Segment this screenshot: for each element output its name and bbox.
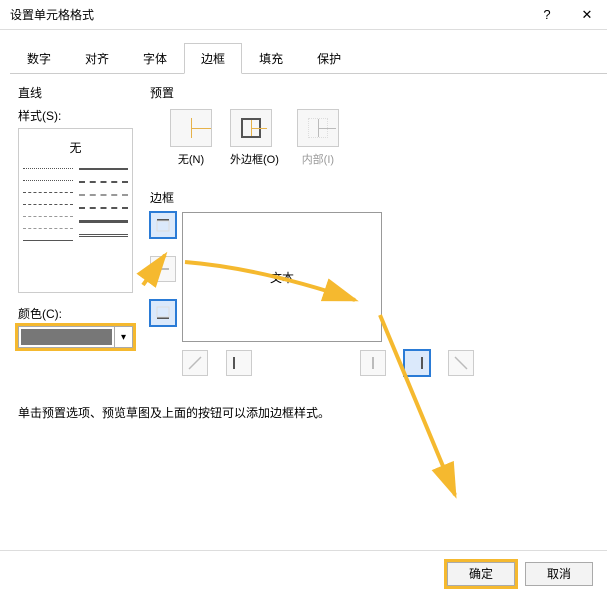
style-list[interactable]: 无: [18, 128, 133, 293]
ok-button[interactable]: 确定: [447, 562, 515, 586]
style-dashdot[interactable]: [23, 216, 73, 217]
hint-text: 单击预置选项、预览草图及上面的按钮可以添加边框样式。: [18, 404, 330, 421]
border-preview[interactable]: 文本: [182, 212, 382, 342]
preset-none-label: 无(N): [178, 154, 204, 166]
line-section: 直线 样式(S): 无: [18, 84, 138, 348]
color-label: 颜色(C):: [18, 305, 138, 322]
border-middle-v-button[interactable]: [360, 350, 386, 376]
tab-protection[interactable]: 保护: [300, 43, 358, 74]
style-solid-thick[interactable]: [79, 220, 129, 223]
style-double[interactable]: [79, 234, 129, 237]
style-dashed-med[interactable]: [79, 181, 129, 183]
preset-inner-button[interactable]: [297, 109, 339, 147]
style-solid-thin[interactable]: [23, 240, 73, 241]
cancel-button[interactable]: 取消: [525, 562, 593, 586]
close-button[interactable]: ✕: [567, 0, 607, 30]
tab-font[interactable]: 字体: [126, 43, 184, 74]
preset-outer-label: 外边框(O): [230, 154, 279, 166]
style-dotted[interactable]: [23, 168, 73, 169]
dialog-footer: 确定 取消: [0, 550, 607, 596]
color-swatch: [21, 329, 112, 345]
border-middle-h-button[interactable]: [150, 256, 176, 282]
preset-section-label: 预置: [150, 84, 339, 101]
window-title: 设置单元格格式: [10, 6, 94, 23]
border-bottom-button[interactable]: [150, 300, 176, 326]
preset-section: 预置 无(N) 外边框(O) 内部(I): [150, 84, 339, 171]
chevron-down-icon: ▾: [114, 327, 132, 347]
border-section-label: 边框: [150, 189, 474, 206]
preset-none-button[interactable]: [170, 109, 212, 147]
border-diag-down-button[interactable]: [448, 350, 474, 376]
border-right-button[interactable]: [404, 350, 430, 376]
border-top-button[interactable]: [150, 212, 176, 238]
tab-alignment[interactable]: 对齐: [68, 43, 126, 74]
style-label: 样式(S):: [18, 107, 138, 124]
style-dashdot-med[interactable]: [79, 194, 129, 196]
preset-inner-label: 内部(I): [302, 154, 334, 166]
preview-text: 文本: [270, 269, 294, 286]
style-solid-med[interactable]: [79, 168, 129, 170]
preset-inner-icon: [308, 118, 328, 138]
preset-none-icon: [181, 118, 201, 138]
color-dropdown[interactable]: ▾: [18, 326, 133, 348]
line-section-label: 直线: [18, 84, 138, 101]
style-dashed[interactable]: [23, 192, 73, 193]
tabs: 数字 对齐 字体 边框 填充 保护: [10, 42, 607, 74]
style-dashdot2[interactable]: [23, 228, 73, 229]
help-button[interactable]: ?: [527, 0, 567, 30]
titlebar: 设置单元格格式 ? ✕: [0, 0, 607, 30]
tab-number[interactable]: 数字: [10, 43, 68, 74]
style-none[interactable]: 无: [23, 139, 128, 156]
tab-fill[interactable]: 填充: [242, 43, 300, 74]
tab-content: 直线 样式(S): 无: [0, 74, 607, 94]
border-section: 边框 文本: [150, 189, 474, 376]
style-dotted2[interactable]: [23, 180, 73, 181]
border-diag-up-button[interactable]: [182, 350, 208, 376]
style-dashed-med2[interactable]: [79, 207, 129, 209]
preset-outer-icon: [241, 118, 261, 138]
tab-border[interactable]: 边框: [184, 43, 242, 74]
preset-outer-button[interactable]: [230, 109, 272, 147]
border-left-button[interactable]: [226, 350, 252, 376]
style-dashed2[interactable]: [23, 204, 73, 205]
